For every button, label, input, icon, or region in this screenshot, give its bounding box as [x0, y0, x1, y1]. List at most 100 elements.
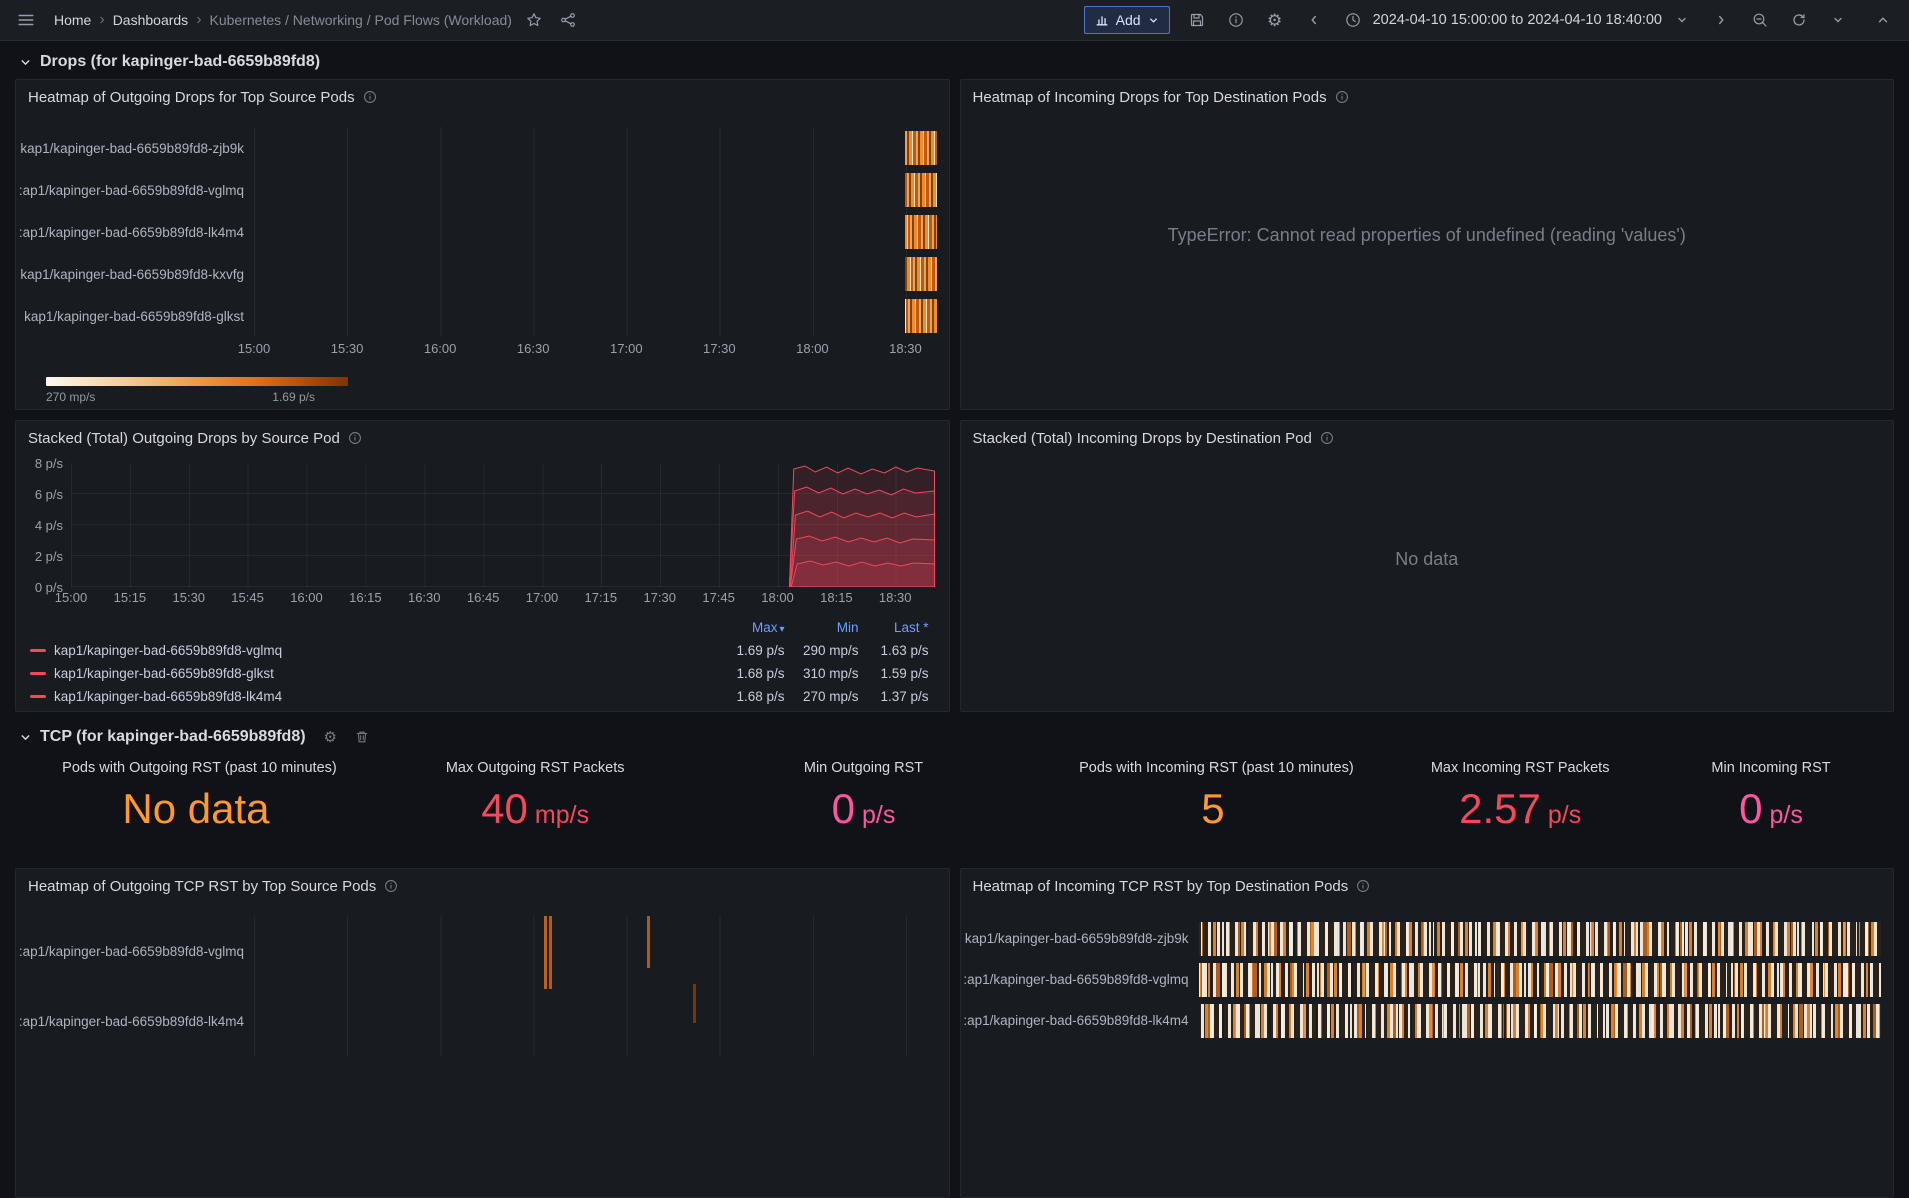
stat-min-incoming-rst[interactable]: Min Incoming RST 0 p/s: [1648, 750, 1894, 862]
chevron-down-icon: [19, 56, 32, 69]
x-axis-tick: 16:15: [349, 590, 382, 605]
x-axis-tick: 16:00: [290, 590, 323, 605]
gear-icon: ⚙: [1266, 10, 1283, 30]
series-min: 270 mp/s: [802, 689, 859, 704]
row-header-drops[interactable]: Drops (for kapinger-bad-6659b89fd8): [19, 53, 1894, 71]
panel-header: Heatmap of Outgoing Drops for Top Source…: [16, 80, 949, 114]
stat-pods-outgoing-rst[interactable]: Pods with Outgoing RST (past 10 minutes)…: [15, 750, 384, 862]
x-axis-tick: 15:15: [113, 590, 147, 605]
panel-title[interactable]: Heatmap of Outgoing Drops for Top Source…: [28, 89, 355, 106]
row-title: Drops (for kapinger-bad-6659b89fd8): [40, 53, 321, 70]
zoom-out-time-button[interactable]: [1748, 6, 1772, 34]
stat-title: Pods with Outgoing RST (past 10 minutes): [62, 760, 337, 776]
series-name: kap1/kapinger-bad-6659b89fd8-lk4m4: [54, 689, 283, 704]
row-header-tcp[interactable]: TCP (for kapinger-bad-6659b89fd8) ⚙: [19, 728, 1894, 746]
timeseries-plot[interactable]: 8 p/s 6 p/s 4 p/s 2 p/s 0 p/s: [35, 456, 935, 595]
breadcrumb-home[interactable]: Home: [54, 12, 91, 28]
time-shift-forward-button[interactable]: [1709, 6, 1733, 34]
panel-row-tcp-heatmaps: Heatmap of Outgoing TCP RST by Top Sourc…: [15, 868, 1894, 1198]
panel-row-drops-stacked: Stacked (Total) Outgoing Drops by Source…: [15, 420, 1894, 712]
panel-heatmap-outgoing-rst: Heatmap of Outgoing TCP RST by Top Sourc…: [15, 868, 950, 1198]
panel-row-drops-heatmaps: Heatmap of Outgoing Drops for Top Source…: [15, 79, 1894, 410]
x-axis: 15:00 15:30 16:00 16:30 17:00 17:30 18:0…: [238, 341, 937, 361]
y-axis-label: :ap1/kapinger-bad-6659b89fd8-lk4m4: [18, 224, 244, 240]
panel-title[interactable]: Heatmap of Incoming TCP RST by Top Desti…: [973, 878, 1349, 895]
hamburger-icon: [17, 11, 35, 29]
legend-row[interactable]: kap1/kapinger-bad-6659b89fd8-vglmq 1.69 …: [30, 639, 929, 662]
dashboard-insights-button[interactable]: [1224, 6, 1248, 34]
top-nav: Home › Dashboards › Kubernetes / Network…: [0, 0, 1909, 41]
share-button[interactable]: [556, 6, 580, 34]
heatmap-cells: [544, 916, 547, 989]
heatmap-plot[interactable]: kap1/kapinger-bad-6659b89fd8-zjb9k :ap1/…: [16, 114, 949, 337]
stat-pods-incoming-rst[interactable]: Pods with Incoming RST (past 10 minutes)…: [1041, 750, 1393, 862]
breadcrumb-dashboards[interactable]: Dashboards: [113, 12, 189, 28]
heatmap-cells: [905, 257, 937, 291]
heatmap-plot[interactable]: :ap1/kapinger-bad-6659b89fd8-vglmq :ap1/…: [16, 903, 949, 1056]
refresh-interval-dropdown[interactable]: [1826, 6, 1850, 34]
x-axis-tick: 17:15: [584, 590, 618, 605]
stat-max-incoming-rst[interactable]: Max Incoming RST Packets 2.57 p/s: [1392, 750, 1648, 862]
panel-title[interactable]: Stacked (Total) Incoming Drops by Destin…: [973, 430, 1312, 447]
panel-title[interactable]: Heatmap of Outgoing TCP RST by Top Sourc…: [28, 878, 376, 895]
panel-header: Stacked (Total) Outgoing Drops by Source…: [16, 421, 949, 455]
legend-sort-min[interactable]: Min: [785, 620, 859, 635]
no-data-message: No data: [1395, 548, 1459, 569]
favorite-star-button[interactable]: [522, 6, 546, 34]
series-last: 1.37 p/s: [880, 689, 929, 704]
panel-stacked-incoming-drops: Stacked (Total) Incoming Drops by Destin…: [959, 420, 1894, 712]
legend-sort-max[interactable]: Max ▾: [693, 620, 785, 635]
breadcrumb: Home › Dashboards › Kubernetes / Network…: [54, 12, 512, 29]
x-axis-tick: 16:00: [423, 341, 457, 356]
legend-row[interactable]: kap1/kapinger-bad-6659b89fd8-lk4m4 1.68 …: [30, 685, 929, 708]
panel-info-icon[interactable]: [1356, 879, 1370, 893]
x-axis-tick: 17:30: [643, 590, 676, 605]
legend-row[interactable]: kap1/kapinger-bad-6659b89fd8-glkst 1.68 …: [30, 662, 929, 685]
heatmap-plot[interactable]: kap1/kapinger-bad-6659b89fd8-zjb9k :ap1/…: [961, 903, 1894, 1041]
y-axis-label: kap1/kapinger-bad-6659b89fd8-zjb9k: [964, 931, 1189, 946]
time-range-picker[interactable]: 2024-04-10 15:00:00 to 2024-04-10 18:40:…: [1341, 6, 1694, 34]
panel-error-message: TypeError: Cannot read properties of und…: [1167, 224, 1686, 245]
row-settings-button[interactable]: ⚙: [324, 730, 337, 745]
scale-min-label: 270 mp/s: [46, 390, 96, 404]
row-delete-button[interactable]: [355, 730, 369, 744]
panel-info-icon[interactable]: [363, 90, 377, 104]
panel-info-icon[interactable]: [1335, 90, 1349, 104]
time-shift-back-button[interactable]: [1302, 6, 1326, 34]
panel-title[interactable]: Stacked (Total) Outgoing Drops by Source…: [28, 430, 340, 447]
y-axis-tick: 4 p/s: [34, 518, 63, 533]
dashboard-settings-button[interactable]: ⚙: [1263, 6, 1287, 34]
share-icon: [560, 12, 576, 28]
panel-stacked-outgoing-drops: Stacked (Total) Outgoing Drops by Source…: [15, 420, 950, 712]
y-axis-label: kap1/kapinger-bad-6659b89fd8-zjb9k: [20, 140, 244, 156]
y-axis-label: kap1/kapinger-bad-6659b89fd8-glkst: [24, 308, 244, 324]
collapse-topbar-button[interactable]: [1871, 6, 1895, 34]
panel-header: Heatmap of Incoming Drops for Top Destin…: [961, 80, 1894, 114]
panel-heatmap-outgoing-drops: Heatmap of Outgoing Drops for Top Source…: [15, 79, 950, 410]
stat-title: Min Incoming RST: [1711, 760, 1831, 776]
x-axis-tick: 15:00: [54, 590, 88, 605]
clock-icon: [1341, 6, 1365, 34]
x-axis-tick: 16:45: [466, 590, 500, 605]
panel-info-icon[interactable]: [1320, 431, 1334, 445]
heatmap-cells: [905, 299, 937, 333]
series-last: 1.59 p/s: [880, 666, 929, 681]
panel-info-icon[interactable]: [384, 879, 398, 893]
stat-value: 2.57: [1459, 785, 1541, 832]
x-axis-tick: 18:00: [761, 590, 794, 605]
save-dashboard-button[interactable]: [1185, 6, 1209, 34]
add-button[interactable]: Add: [1083, 6, 1170, 34]
heatmap-row: kap1/kapinger-bad-6659b89fd8-zjb9k: [961, 918, 1894, 959]
panel-info-icon[interactable]: [348, 431, 362, 445]
menu-toggle-button[interactable]: [14, 6, 38, 34]
legend-sort-last[interactable]: Last *: [859, 620, 929, 635]
stat-max-outgoing-rst[interactable]: Max Outgoing RST Packets 40 mp/s: [384, 750, 687, 862]
x-axis: 15:00 15:15 15:30 15:45 16:00 16:15 16:3…: [55, 590, 935, 608]
series-max: 1.69 p/s: [736, 643, 785, 658]
panel-title[interactable]: Heatmap of Incoming Drops for Top Destin…: [973, 89, 1327, 106]
stat-min-outgoing-rst[interactable]: Min Outgoing RST 0 p/s: [686, 750, 1040, 862]
refresh-button[interactable]: [1787, 6, 1811, 34]
color-scale-legend: 270 mp/s 1.69 p/s: [46, 377, 348, 406]
chevron-down-icon: [1148, 15, 1159, 26]
stat-unit: p/s: [862, 801, 896, 829]
